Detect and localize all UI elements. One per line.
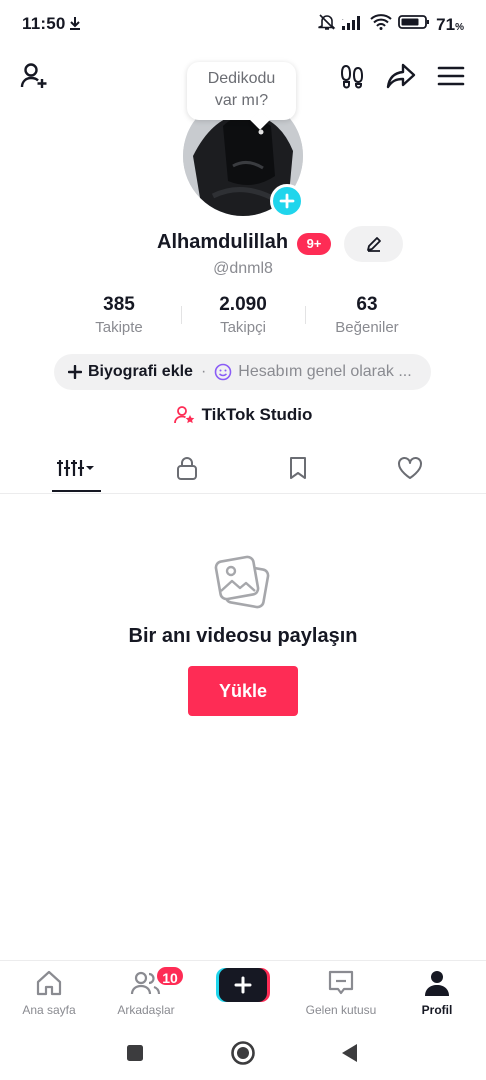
stat-followers-label: Takipçi — [220, 319, 266, 336]
friends-badge: 10 — [155, 965, 185, 987]
circle-icon — [231, 1041, 255, 1065]
add-bio-label: Biyografi ekle — [88, 363, 193, 380]
liked-tab[interactable] — [380, 450, 440, 494]
bio-bar: Biyografi ekle · Hesabım genel olarak ..… — [54, 354, 431, 390]
share-icon[interactable] — [385, 60, 417, 92]
name-row: Alhamdulillah 9+ — [0, 226, 486, 262]
name-badge[interactable]: 9+ — [297, 233, 331, 255]
stat-following[interactable]: 385 Takipte — [79, 294, 159, 336]
heart-icon — [398, 457, 422, 479]
stat-followers-value: 2.090 — [219, 294, 267, 315]
nav-friends-label: Arkadaşlar — [117, 1003, 175, 1017]
square-icon — [127, 1045, 143, 1061]
add-bio-button[interactable]: Biyografi ekle — [68, 363, 193, 381]
triangle-back-icon — [342, 1044, 357, 1062]
create-button[interactable] — [216, 968, 270, 1002]
pencil-icon — [366, 237, 381, 252]
home-icon — [4, 967, 94, 999]
nav-profile-label: Profil — [421, 1003, 453, 1017]
status-icons: . 71% — [318, 13, 464, 36]
profile-name: Alhamdulillah — [157, 231, 289, 253]
studio-label: TikTok Studio — [201, 405, 313, 424]
download-icon — [68, 15, 82, 36]
battery-text: 71% — [436, 15, 464, 35]
empty-state-title: Bir anı videosu paylaşın — [128, 625, 358, 647]
bio-separator: · — [200, 363, 207, 380]
status-note-button[interactable]: Hesabım genel olarak ... — [214, 363, 412, 381]
add-photo-button[interactable] — [270, 184, 304, 218]
smiley-icon — [214, 363, 232, 381]
stat-followers[interactable]: 2.090 Takipçi — [198, 294, 288, 336]
menu-icon[interactable] — [435, 60, 467, 92]
status-note-text: Hesabım genel olarak ... — [238, 363, 412, 380]
grid-columns-icon — [57, 460, 94, 476]
nav-home[interactable]: Ana sayfa — [4, 967, 94, 1017]
upload-button[interactable]: Yükle — [188, 666, 298, 716]
stats-row: 385 Takipte 2.090 Takipçi 63 Beğeniler — [0, 294, 486, 340]
battery-icon — [398, 14, 430, 35]
stat-divider — [181, 306, 182, 324]
bell-muted-icon — [318, 13, 336, 36]
home-button[interactable] — [228, 1038, 258, 1068]
nav-friends[interactable]: 10 Arkadaşlar — [101, 965, 191, 1017]
wifi-icon — [370, 14, 392, 35]
system-nav-bar — [0, 1024, 486, 1080]
footprints-icon[interactable] — [336, 60, 368, 92]
back-button[interactable] — [334, 1038, 364, 1068]
lock-icon — [177, 457, 197, 480]
recent-apps-button[interactable] — [120, 1038, 150, 1068]
nav-home-label: Ana sayfa — [22, 1003, 76, 1017]
add-friend-icon[interactable] — [18, 60, 50, 92]
stat-likes-value: 63 — [356, 294, 378, 315]
status-bubble[interactable]: Dedikodu var mı? — [187, 62, 296, 120]
status-time: 11:50 — [22, 14, 66, 33]
profile-handle: @dnml8 — [213, 260, 273, 277]
stat-likes-label: Beğeniler — [335, 319, 399, 336]
edit-profile-button[interactable] — [344, 226, 403, 262]
nav-inbox-label: Gelen kutusu — [305, 1003, 377, 1017]
bubble-line-2: var mı? — [214, 92, 269, 109]
status-bar: 11:50 . 71% — [0, 0, 486, 48]
bubble-line-1: Dedikodu — [207, 70, 276, 87]
stat-following-value: 385 — [103, 294, 135, 315]
plus-icon — [279, 193, 295, 209]
active-tab-indicator — [52, 490, 101, 492]
battery-unit: % — [455, 21, 464, 33]
plus-icon — [68, 365, 82, 379]
nav-profile[interactable]: Profil — [392, 967, 482, 1017]
studio-user-star-icon — [173, 406, 194, 424]
tiktok-studio-link[interactable]: TikTok Studio — [0, 405, 486, 425]
private-tab[interactable] — [157, 450, 217, 494]
stat-likes[interactable]: 63 Beğeniler — [322, 294, 412, 336]
stat-following-label: Takipte — [95, 319, 143, 336]
saved-tab[interactable] — [268, 450, 328, 494]
stat-divider — [305, 306, 306, 324]
profile-icon — [392, 967, 482, 999]
profile-tabs — [0, 450, 486, 494]
battery-percent: 71 — [436, 14, 456, 34]
create-plus-icon — [216, 968, 270, 1002]
inbox-icon — [296, 967, 386, 999]
svg-text:.: . — [342, 16, 344, 22]
nav-inbox[interactable]: Gelen kutusu — [296, 967, 386, 1017]
bookmark-icon — [290, 457, 306, 479]
signal-icon: . — [342, 14, 364, 35]
videos-grid-tab[interactable] — [46, 450, 106, 494]
photos-icon — [214, 553, 272, 616]
